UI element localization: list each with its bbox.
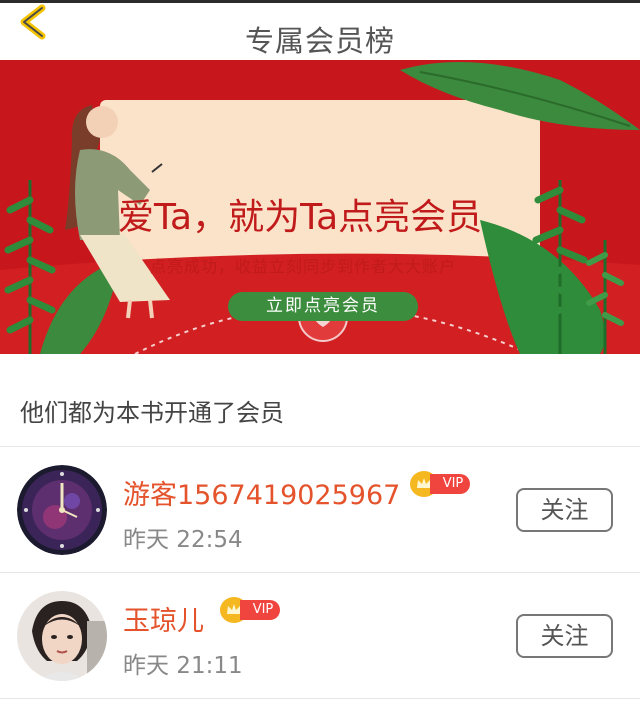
avatar[interactable] (17, 465, 107, 555)
vip-label: VIP (430, 474, 470, 494)
top-divider (0, 0, 640, 3)
promo-banner[interactable]: 爱Ta，就为Ta点亮会员 点亮成功，收益立刻同步到作者大大账户 立即点亮会员 (0, 60, 640, 354)
page-title: 专属会员榜 (244, 24, 395, 58)
vip-badge: VIP (410, 471, 470, 497)
section-title: 他们都为本书开通了会员 (20, 399, 284, 427)
vip-badge: VIP (220, 597, 280, 623)
header-bar: 专属会员榜 (0, 0, 640, 60)
banner-subtitle: 点亮成功，收益立刻同步到作者大大账户 (150, 257, 457, 276)
activate-membership-button[interactable]: 立即点亮会员 (228, 292, 418, 321)
vip-label: VIP (240, 600, 280, 620)
follow-button[interactable]: 关注 (516, 488, 613, 532)
list-item[interactable]: 游客1567419025967 VIP 昨天 22:54 关注 (0, 447, 640, 573)
member-name[interactable]: 玉琼儿 (123, 599, 204, 638)
follow-button[interactable]: 关注 (516, 614, 613, 658)
member-time: 昨天 22:54 (123, 527, 243, 553)
avatar[interactable] (17, 591, 107, 681)
row-divider (0, 698, 640, 699)
clock-avatar-image (17, 465, 107, 555)
member-name[interactable]: 游客1567419025967 (123, 473, 400, 512)
portrait-avatar-image (17, 591, 107, 681)
banner-headline: 爱Ta，就为Ta点亮会员 (118, 197, 483, 238)
list-item[interactable]: 玉琼儿 VIP 昨天 21:11 关注 (0, 573, 640, 699)
member-time: 昨天 21:11 (123, 653, 243, 679)
